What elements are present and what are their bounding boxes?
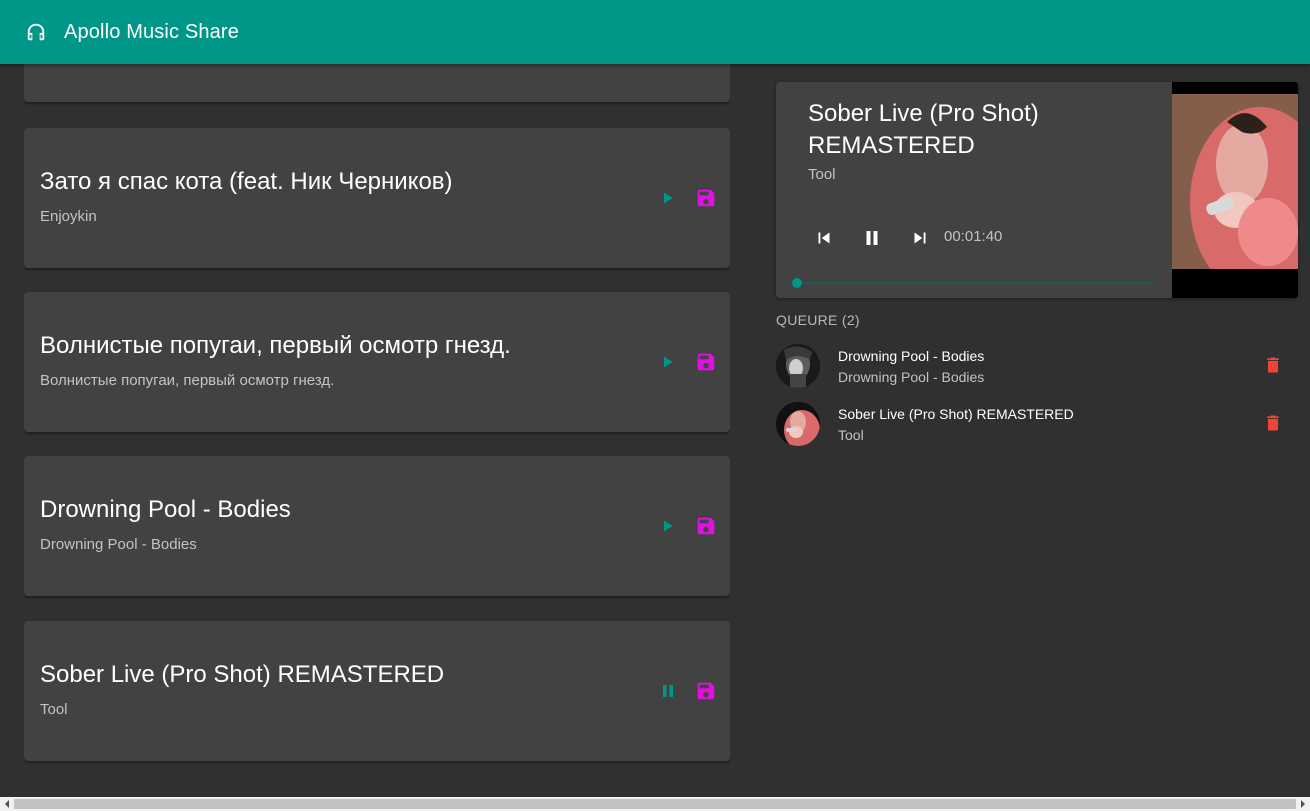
queue-item-title: Drowning Pool - Bodies [838, 348, 985, 364]
save-button[interactable] [692, 512, 720, 540]
previous-button[interactable] [808, 222, 840, 254]
play-icon [664, 520, 673, 532]
save-button[interactable] [692, 677, 720, 705]
play-button[interactable] [654, 184, 682, 212]
save-icon [697, 682, 715, 700]
song-title: Волнистые попугаи, первый осмотр гнезд. [40, 332, 511, 359]
playback-time: 00:01:40 [944, 228, 1003, 245]
app-title: Apollo Music Share [64, 20, 240, 43]
queue-item-artist: Drowning Pool - Bodies [838, 369, 985, 385]
song-card: Sober Live (Pro Shot) REMASTERED Tool [24, 621, 730, 761]
pause-icon [866, 231, 878, 245]
scroll-right-arrow[interactable] [1296, 797, 1310, 811]
song-card [24, 64, 730, 102]
save-button[interactable] [692, 184, 720, 212]
now-playing-card: Sober Live (Pro Shot) REMASTERED Tool 00… [776, 82, 1298, 298]
song-card: Drowning Pool - Bodies Drowning Pool - B… [24, 456, 730, 596]
skip-previous-icon [818, 232, 830, 244]
save-icon [697, 189, 715, 207]
skip-next-icon [914, 232, 926, 244]
progress-rail [792, 282, 1156, 284]
play-icon [664, 192, 673, 204]
save-button[interactable] [692, 348, 720, 376]
song-artist: Волнистые попугаи, первый осмотр гнезд. [40, 372, 335, 389]
album-cover [1172, 82, 1298, 298]
play-icon [664, 356, 673, 368]
song-artist: Tool [40, 701, 68, 718]
app-bar: Apollo Music Share [0, 0, 1310, 64]
song-card: Волнистые попугаи, первый осмотр гнезд. … [24, 292, 730, 432]
delete-button[interactable] [1260, 352, 1286, 378]
now-playing-artist: Tool [808, 166, 836, 183]
queue-item-thumbnail [776, 402, 820, 446]
song-artist: Drowning Pool - Bodies [40, 536, 197, 553]
queue-item: Drowning Pool - Bodies Drowning Pool - B… [776, 340, 1298, 392]
progress-thumb[interactable] [792, 278, 802, 288]
queue-header: QUEURE (2) [776, 312, 860, 328]
progress-slider[interactable] [792, 274, 1156, 292]
song-artist: Enjoykin [40, 208, 97, 225]
delete-button[interactable] [1260, 410, 1286, 436]
pause-icon [663, 685, 673, 697]
pause-button[interactable] [856, 222, 888, 254]
song-list: Зато я спас кота (feat. Ник Черников) En… [24, 64, 730, 797]
scroll-left-arrow[interactable] [0, 797, 14, 811]
save-icon [697, 353, 715, 371]
song-title: Sober Live (Pro Shot) REMASTERED [40, 661, 445, 688]
trash-icon [1267, 415, 1279, 431]
save-icon [697, 517, 715, 535]
queue-item-thumbnail [776, 344, 820, 388]
trash-icon [1267, 357, 1279, 373]
headphones-icon [24, 20, 48, 44]
song-title: Зато я спас кота (feat. Ник Черников) [40, 168, 453, 195]
song-title: Drowning Pool - Bodies [40, 496, 291, 523]
play-button[interactable] [654, 348, 682, 376]
queue-item-artist: Tool [838, 427, 864, 443]
pause-button[interactable] [654, 677, 682, 705]
song-card: Зато я спас кота (feat. Ник Черников) En… [24, 128, 730, 268]
queue-item: Sober Live (Pro Shot) REMASTERED Tool [776, 398, 1298, 450]
scrollbar-thumb[interactable] [14, 799, 1296, 809]
queue-item-title: Sober Live (Pro Shot) REMASTERED [838, 406, 1074, 422]
next-button[interactable] [904, 222, 936, 254]
horizontal-scrollbar[interactable] [0, 797, 1310, 811]
now-playing-title: Sober Live (Pro Shot) REMASTERED [808, 100, 1039, 159]
play-button[interactable] [654, 512, 682, 540]
